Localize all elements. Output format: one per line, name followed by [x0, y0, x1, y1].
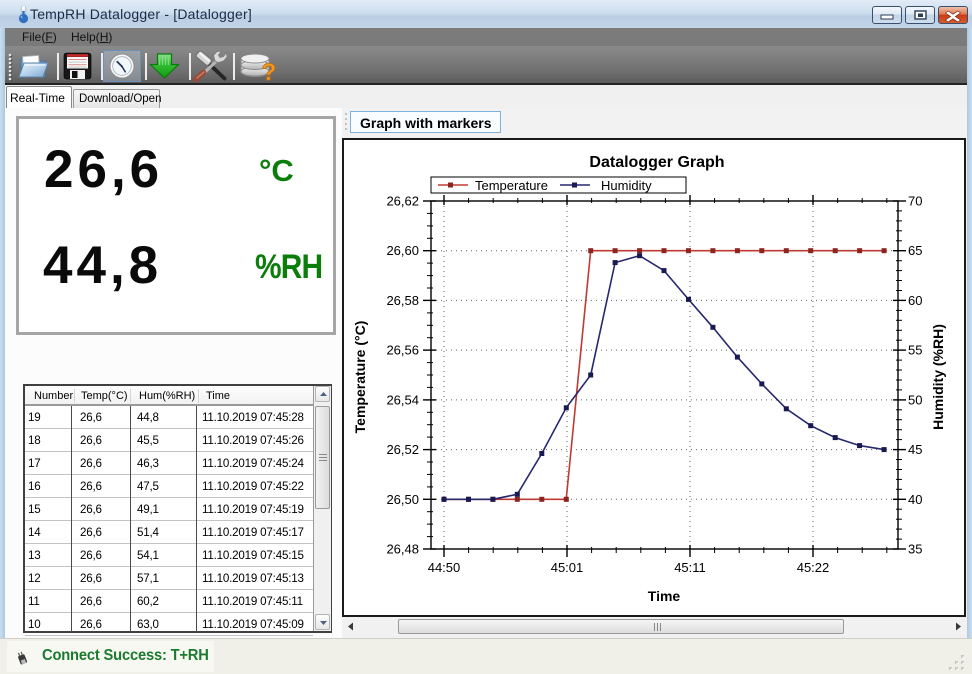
svg-text:65: 65 — [908, 243, 922, 258]
svg-text:26,62: 26,62 — [386, 194, 419, 209]
svg-text:50: 50 — [908, 392, 922, 407]
svg-text:?: ? — [262, 59, 277, 83]
svg-text:35: 35 — [908, 542, 922, 557]
svg-text:26,54: 26,54 — [386, 392, 419, 407]
svg-text:45: 45 — [908, 442, 922, 457]
svg-text:26,56: 26,56 — [386, 343, 419, 358]
svg-text:70: 70 — [908, 194, 922, 209]
svg-text:45:11: 45:11 — [674, 560, 706, 575]
svg-text:26,60: 26,60 — [386, 243, 419, 258]
svg-text:40: 40 — [908, 492, 922, 507]
svg-text:26,48: 26,48 — [386, 542, 419, 557]
svg-text:26,58: 26,58 — [386, 293, 419, 308]
svg-text:Temperature (°C): Temperature (°C) — [352, 321, 368, 434]
svg-text:26,52: 26,52 — [386, 442, 419, 457]
svg-text:45:22: 45:22 — [797, 560, 830, 575]
svg-text:Humidity: Humidity — [601, 178, 652, 193]
svg-text:55: 55 — [908, 343, 922, 358]
svg-text:Temperature: Temperature — [475, 178, 548, 193]
svg-text:60: 60 — [908, 293, 922, 308]
svg-text:45:01: 45:01 — [551, 560, 584, 575]
svg-text:Datalogger Graph: Datalogger Graph — [589, 154, 724, 171]
svg-text:Humidity (%RH): Humidity (%RH) — [930, 324, 946, 430]
svg-text:Time: Time — [648, 588, 681, 604]
svg-text:44:50: 44:50 — [428, 560, 461, 575]
svg-text:26,50: 26,50 — [386, 492, 419, 507]
